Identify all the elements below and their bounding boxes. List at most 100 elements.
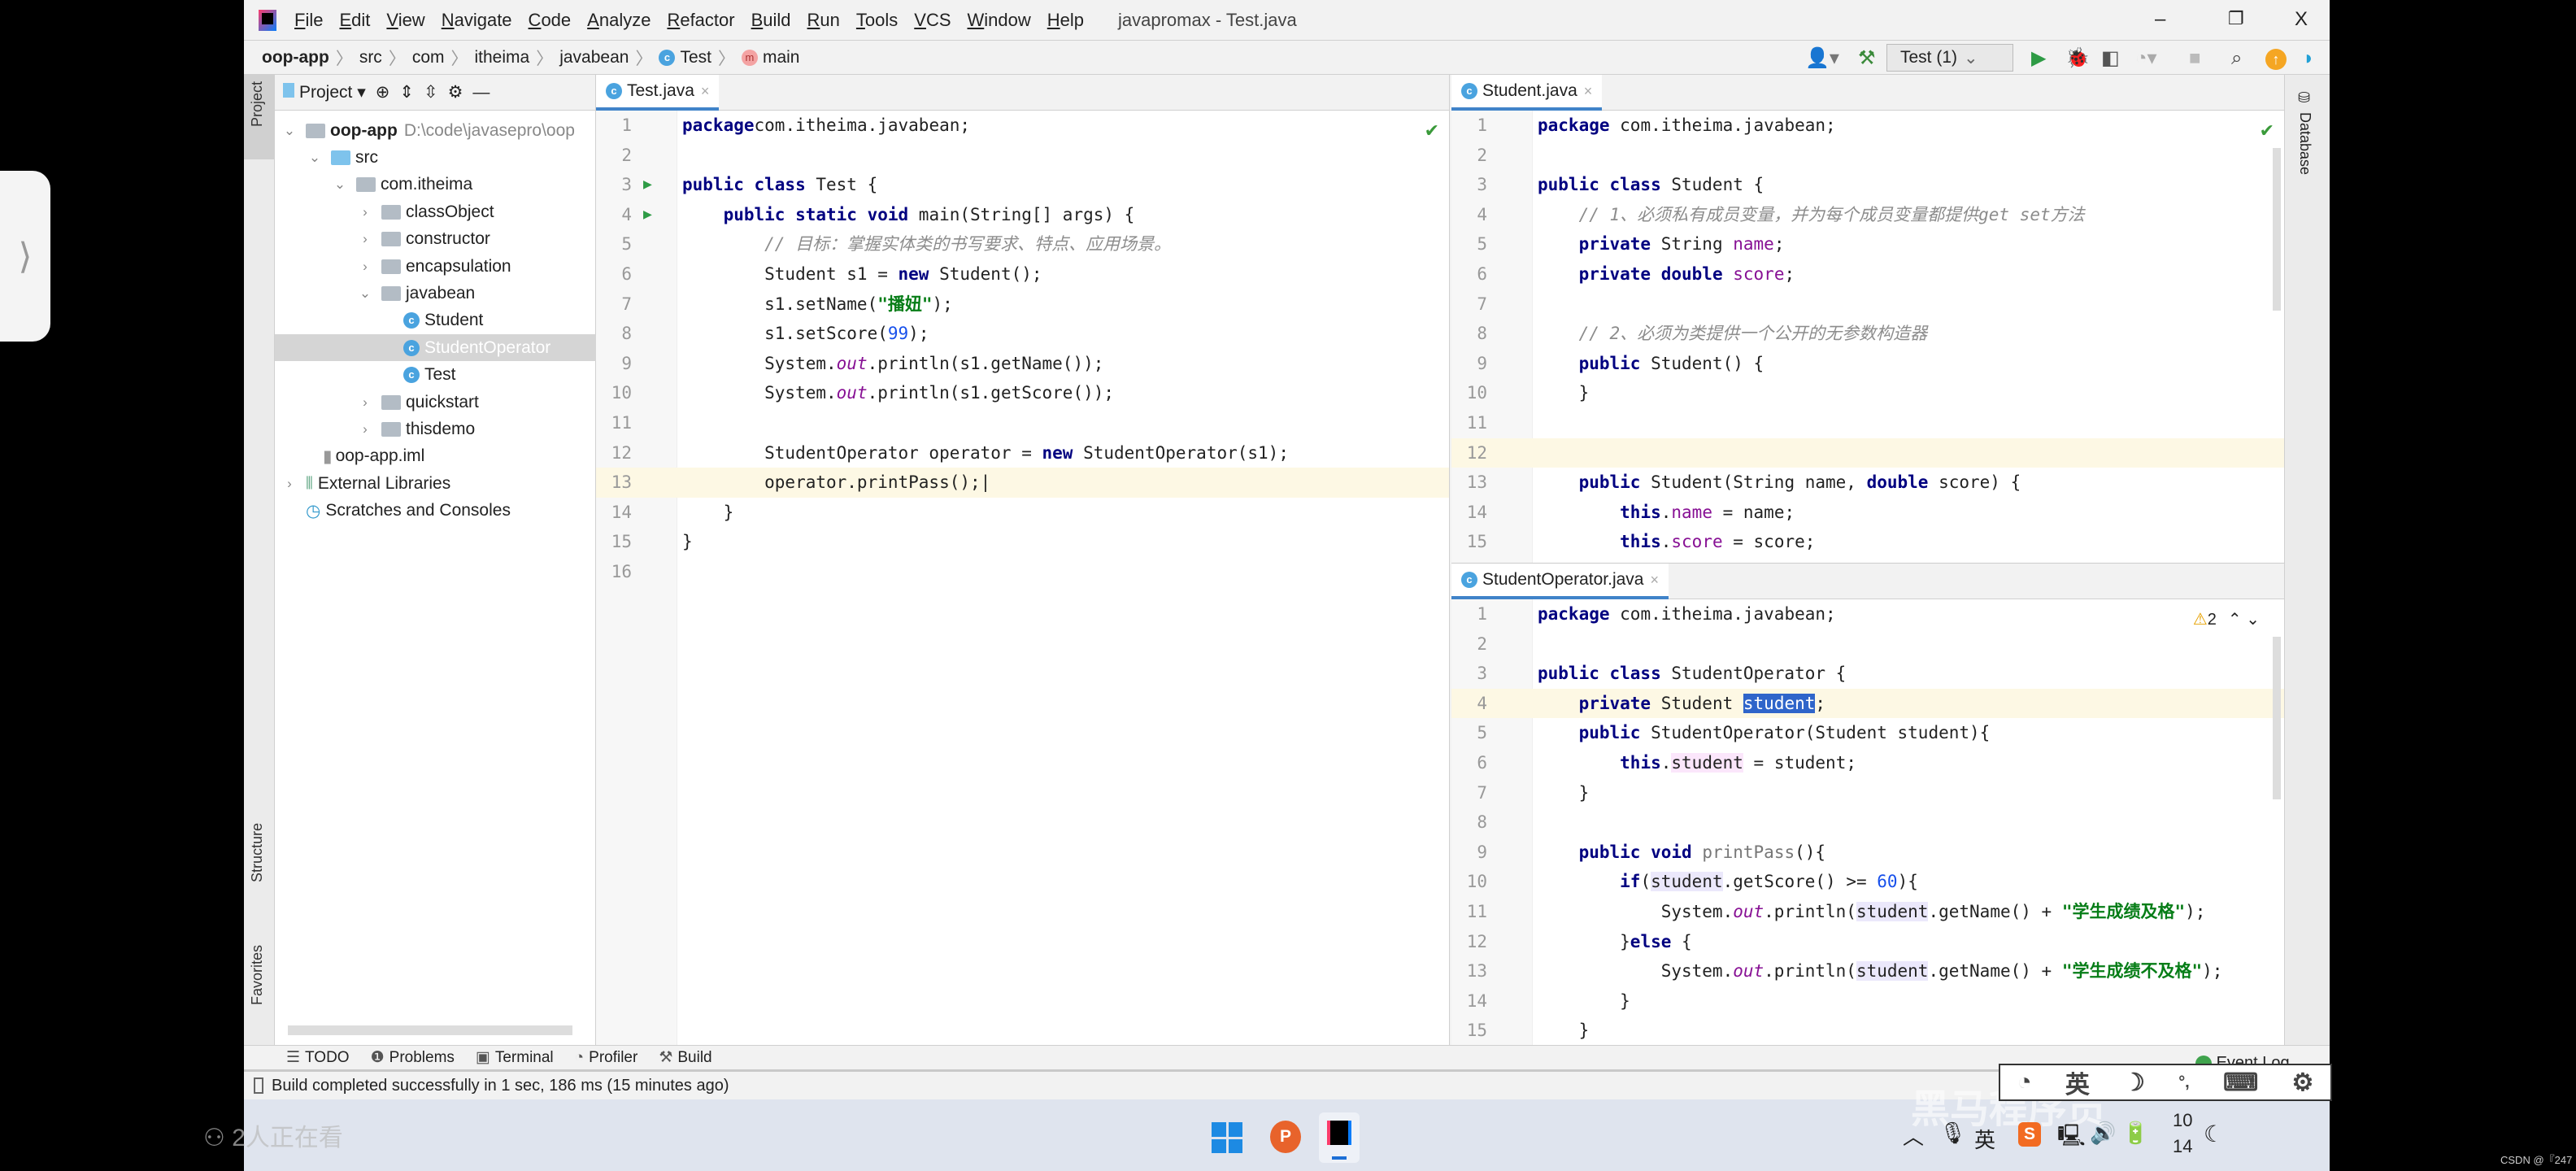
breadcrumb-item[interactable]: itheima [475,48,530,67]
warnings-indicator[interactable]: ⚠2 ⌃ ⌄ [2193,609,2260,629]
close-tab-icon[interactable]: × [1650,572,1659,589]
run-icon[interactable]: ▶ [2031,47,2046,70]
ime-keyboard-icon[interactable]: ⌨ [2223,1069,2258,1097]
battery-icon[interactable]: 🔋 [2122,1121,2148,1146]
close-tab-icon[interactable]: × [701,83,710,100]
chevron-right-icon[interactable]: › [357,259,373,275]
breadcrumb-item[interactable]: oop-app [262,48,329,67]
tree-item[interactable]: › constructor [275,226,596,253]
editor-tab[interactable]: c StudentOperator.java × [1451,564,1669,599]
chevron-right-icon[interactable]: › [357,421,373,437]
plugin-icon[interactable]: ◗ [2303,47,2315,70]
chevron-right-icon[interactable]: › [357,394,373,411]
chevron-down-icon[interactable]: ⌄ [357,285,373,302]
expand-all-icon[interactable]: ⇕ [399,82,414,102]
stop-icon[interactable]: ■ [2189,47,2201,70]
tool-todo[interactable]: ☰ TODO [286,1048,350,1067]
menu-navigate[interactable]: Navigate [433,10,520,31]
menu-tools[interactable]: Tools [848,10,906,31]
project-view-select[interactable]: Project ▾ [283,82,366,102]
update-icon[interactable]: ↑ [2265,49,2287,70]
tree-item[interactable]: › classObject [275,198,596,225]
menu-run[interactable]: Run [799,10,848,31]
chevron-right-icon[interactable]: › [357,231,373,247]
account-icon[interactable]: 👤▾ [1805,47,1839,70]
close-tab-icon[interactable]: × [1584,83,1593,100]
tree-item[interactable]: ⌄ com.itheima [275,172,596,198]
menu-edit[interactable]: Edit [331,10,378,31]
tree-item[interactable]: ⌄ javabean [275,280,596,307]
focus-moon-icon[interactable]: ☾ [2204,1121,2224,1147]
vertical-scrollbar[interactable] [2273,637,2281,799]
code-area[interactable]: 1 package com.itheima.javabean; 2 3 public c… [1451,599,2284,1045]
debug-icon[interactable]: 🐞 [2065,47,2090,70]
tree-item[interactable]: ◷ Scratches and Consoles [275,498,596,525]
tree-item[interactable]: › quickstart [275,389,596,416]
maximize-button[interactable]: ❐ [2228,8,2244,29]
structure-stripe-button[interactable]: Structure [249,823,266,882]
menu-help[interactable]: Help [1039,10,1092,31]
settings-gear-icon[interactable]: ⚙ [448,82,463,102]
menu-vcs[interactable]: VCS [906,10,959,31]
tree-item[interactable]: › encapsulation [275,253,596,280]
minimize-button[interactable]: – [2155,8,2165,31]
tree-item[interactable]: ⌄ oop-app D:\code\javasepro\oop [275,117,596,144]
tool-problems[interactable]: ❶ Problems [371,1048,455,1067]
breadcrumb-item[interactable]: c Test [659,48,711,67]
tool-build[interactable]: ⚒ Build [659,1048,711,1067]
code-area[interactable]: 1 package com.itheima.javabean; 2 3 public c… [1451,111,2284,563]
run-gutter-icon[interactable]: ▶ [643,200,652,230]
clock[interactable]: 10 14 [2173,1108,2192,1160]
ime-language-toggle[interactable]: 英 [2065,1064,2090,1100]
vertical-scrollbar[interactable] [2273,148,2281,311]
hide-icon[interactable]: — [472,83,490,102]
coverage-icon[interactable]: ◧ [2101,47,2120,70]
editor-student-java[interactable]: c Student.java × 1 package com.itheima.javab… [1451,75,2285,563]
tree-item[interactable]: c Test [275,362,596,389]
ime-logo-icon[interactable]: ◔ [2017,1069,2032,1096]
menu-analyze[interactable]: Analyze [579,10,659,31]
favorites-stripe-button[interactable]: Favorites [249,945,266,1005]
code-area[interactable]: 1 packagecom.itheima.javabean; 2 3 ▶ public c… [596,111,1449,1045]
breadcrumb-item[interactable]: javabean [559,48,629,67]
horizontal-scrollbar[interactable] [288,1025,572,1035]
chevron-down-icon[interactable]: ⌄ [281,123,298,139]
microphone-icon[interactable]: 🎙 [1939,1121,1966,1146]
sogou-icon[interactable]: S [2018,1122,2041,1147]
tray-ime-lang[interactable]: 英 [1974,1124,1995,1154]
tree-item[interactable]: ⌄ src [275,144,596,171]
tray-expand-icon[interactable]: ︿ [1903,1121,1924,1151]
editor-tab[interactable]: c Student.java × [1451,75,1603,111]
breadcrumb-item[interactable]: src [359,48,382,67]
locate-icon[interactable]: ⊕ [376,82,390,102]
chevron-right-icon[interactable]: › [357,204,373,220]
chevron-down-icon[interactable]: ⌄ [307,150,323,166]
menu-window[interactable]: Window [959,10,1039,31]
collapse-all-icon[interactable]: ⇳ [424,82,438,102]
tool-profiler[interactable]: ◔ Profiler [575,1049,638,1067]
chevron-down-icon[interactable]: ⌄ [332,176,348,193]
run-gutter-icon[interactable]: ▶ [643,170,652,200]
project-stripe-button[interactable]: Project [249,81,266,127]
nav-arrows-icon[interactable]: ⌃ ⌄ [2228,611,2260,629]
run-config-select[interactable]: Test (1) ⌄ [1886,44,2013,72]
volume-icon[interactable]: 🔊 [2090,1121,2116,1146]
menu-view[interactable]: View [378,10,433,31]
network-icon[interactable]: 🖳 [2057,1121,2086,1156]
breadcrumb-item[interactable]: com [412,48,445,67]
status-message[interactable]: Build completed successfully in 1 sec, 1… [272,1077,729,1095]
tree-item[interactable]: c StudentOperator [275,334,596,362]
build-hammer-icon[interactable]: ⚒ [1858,47,1876,70]
close-button[interactable]: X [2295,8,2308,31]
tree-item[interactable]: › ⫴ External Libraries [275,470,596,497]
intellij-taskbar-icon[interactable] [1319,1112,1360,1163]
breadcrumb-item[interactable]: m main [741,48,800,67]
editor-studentoperator-java[interactable]: c StudentOperator.java × 1 package com.ithei… [1451,563,2285,1045]
ime-halfwidth-moon-icon[interactable]: ☽ [2123,1069,2145,1097]
tool-terminal[interactable]: ▣ Terminal [476,1048,554,1067]
ime-settings-gear-icon[interactable]: ⚙ [2291,1069,2313,1097]
tree-item[interactable]: › thisdemo [275,416,596,442]
menu-file[interactable]: File [286,10,331,31]
ime-punctuation-icon[interactable]: °, [2178,1073,2190,1092]
menu-build[interactable]: Build [743,10,799,31]
